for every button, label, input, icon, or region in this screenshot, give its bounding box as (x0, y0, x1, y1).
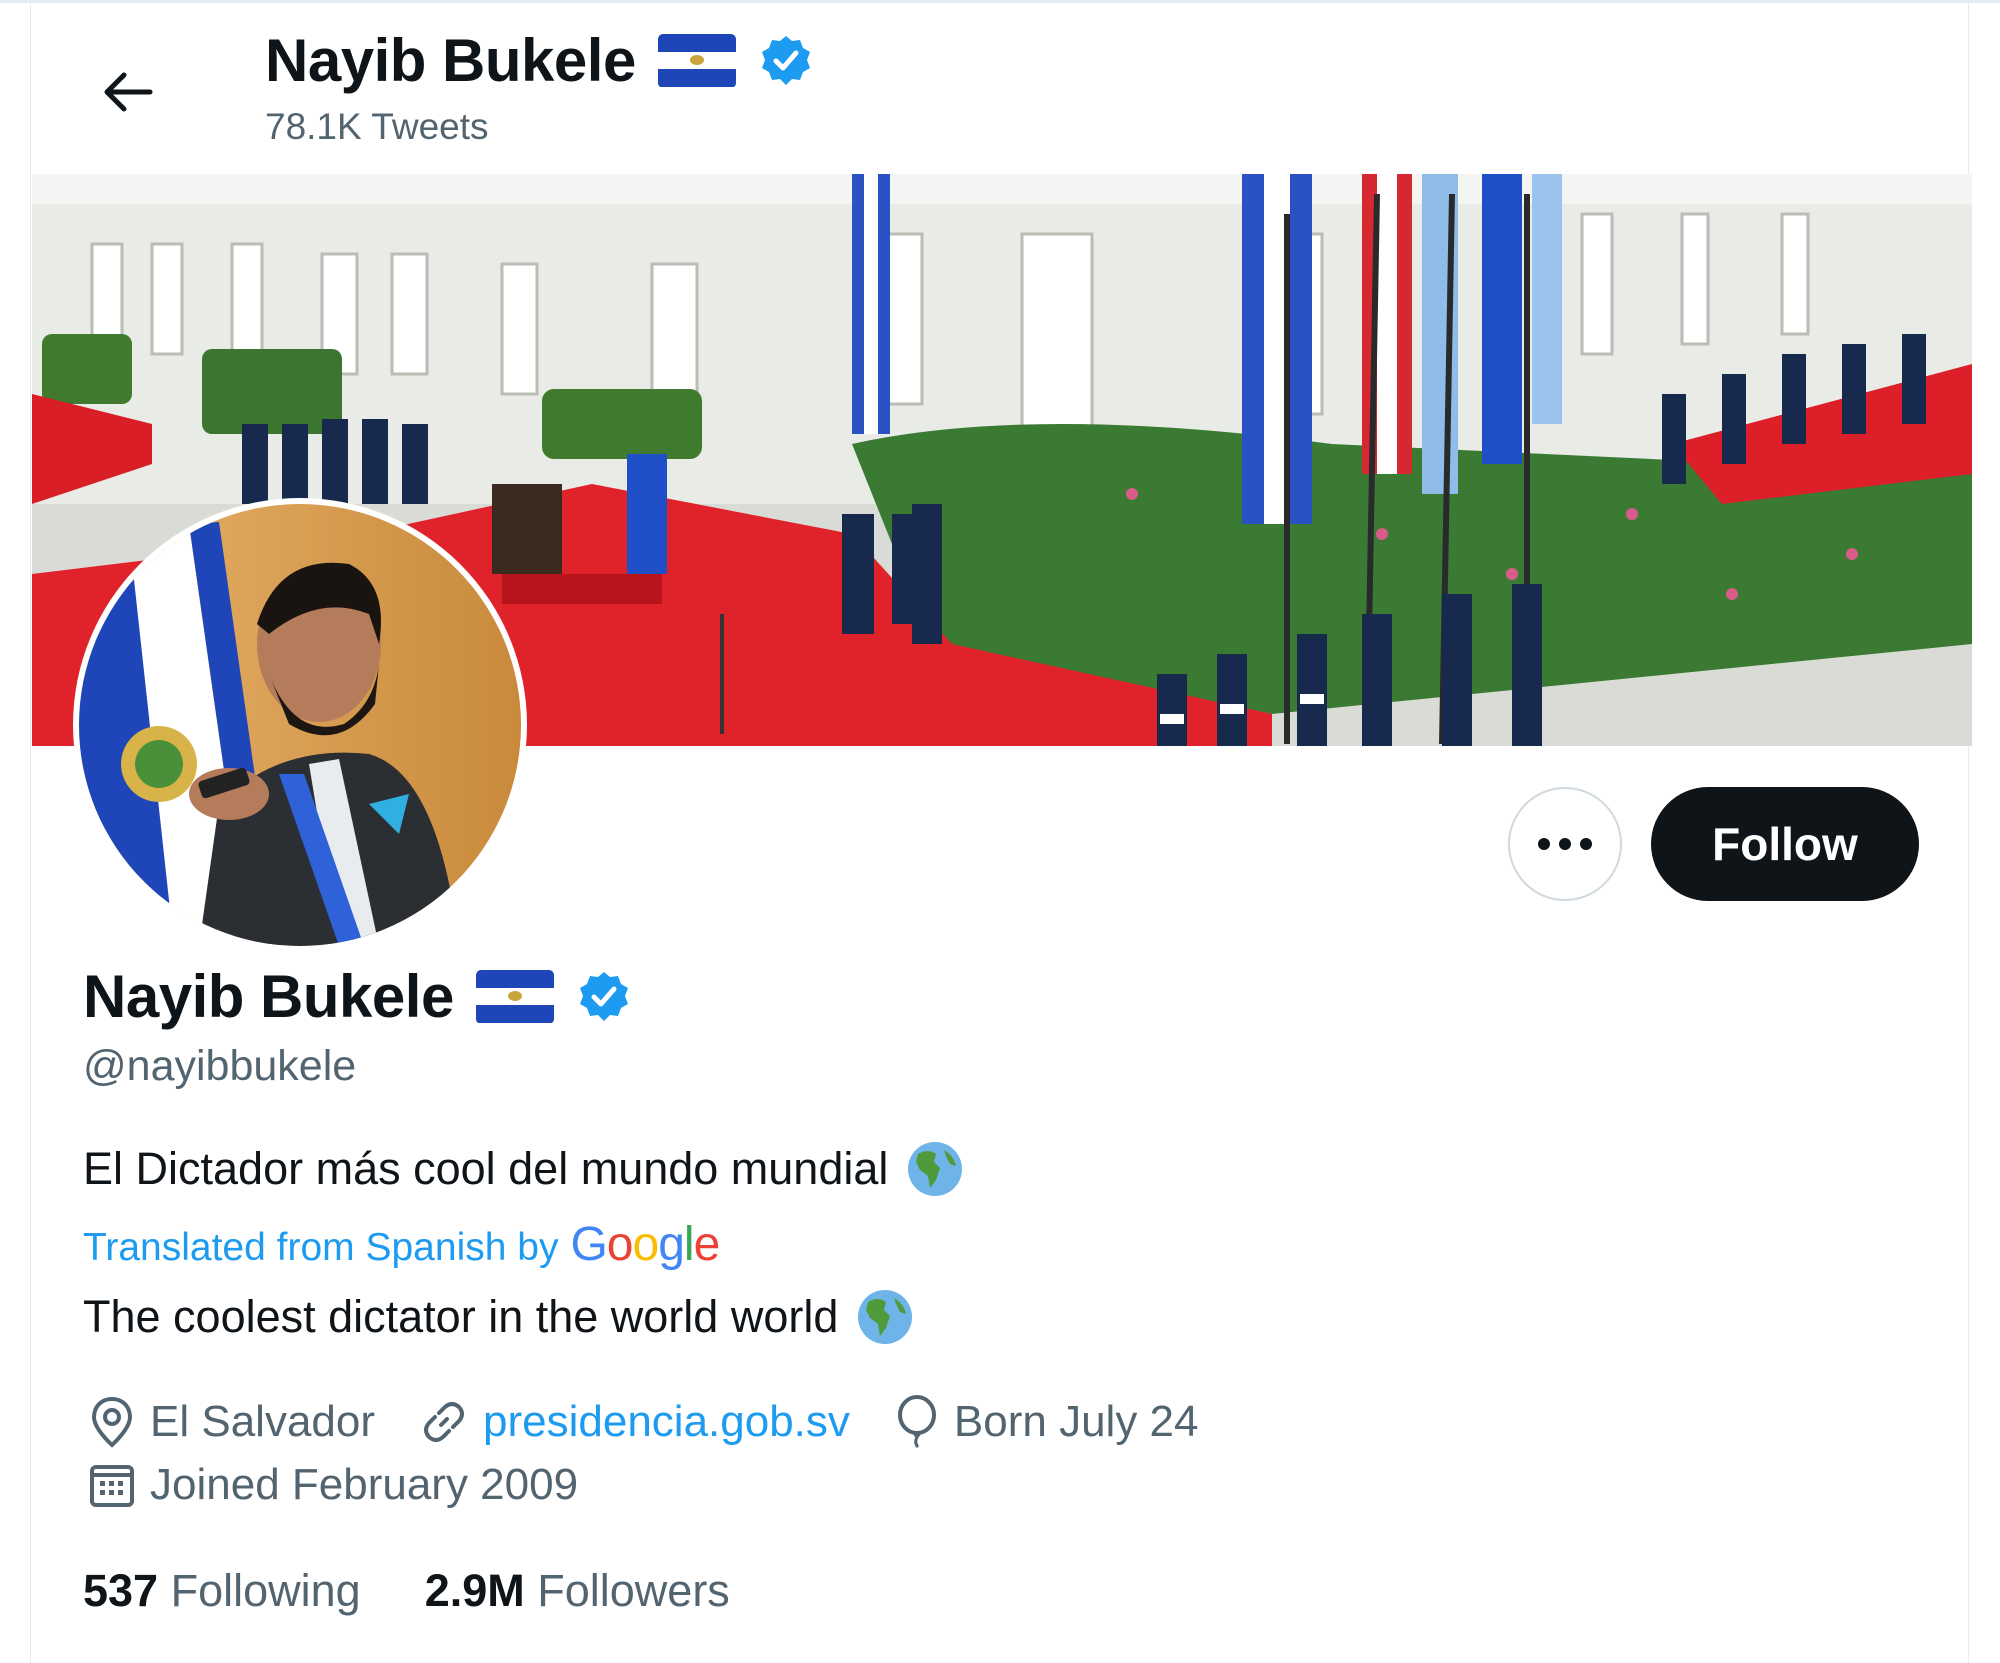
profile-meta-joined: Joined February 2009 (88, 1460, 622, 1510)
top-divider (0, 0, 2000, 3)
back-button[interactable] (96, 60, 160, 124)
verified-badge-icon[interactable] (576, 969, 632, 1025)
profile-meta: El Salvador presidencia.gob.sv Born July… (88, 1395, 1242, 1449)
following-stat[interactable]: 537 Following (83, 1565, 361, 1617)
balloon-icon (897, 1395, 936, 1449)
website-link[interactable]: presidencia.gob.sv (483, 1397, 850, 1447)
arrow-left-icon (104, 72, 153, 112)
el-salvador-flag-icon (657, 33, 736, 88)
joined-item: Joined February 2009 (88, 1460, 578, 1510)
calendar-icon (90, 1465, 134, 1507)
profile-page: Nayib Bukele 78.1K Tweets Follow Nayib B… (0, 0, 2000, 1663)
profile-bio: El Dictador más cool del mundo mundial (83, 1140, 964, 1198)
profile-avatar[interactable] (73, 498, 527, 952)
followers-label: Followers (537, 1565, 730, 1616)
location-item: El Salvador (88, 1395, 375, 1449)
joined-text: Joined February 2009 (150, 1460, 579, 1509)
profile-bio-translated: The coolest dictator in the world world (83, 1288, 914, 1346)
globe-americas-icon (858, 1290, 913, 1344)
birthday-item: Born July 24 (894, 1395, 1199, 1449)
location-pin-icon (91, 1396, 133, 1448)
el-salvador-flag-icon (475, 969, 554, 1024)
translated-label: Translated from Spanish by (83, 1226, 559, 1269)
following-count: 537 (83, 1565, 159, 1616)
google-logo: Google (570, 1218, 720, 1271)
header-title: Nayib Bukele (265, 26, 814, 95)
translation-notice[interactable]: Translated from Spanish by Google (83, 1217, 720, 1272)
birthday-text: Born July 24 (953, 1397, 1199, 1446)
more-horizontal-icon (1538, 838, 1592, 850)
column-border-left (30, 0, 31, 1663)
profile-handle: @nayibbukele (83, 1042, 357, 1090)
following-label: Following (170, 1565, 361, 1616)
profile-display-name: Nayib Bukele (83, 962, 632, 1031)
website-item[interactable]: presidencia.gob.sv (419, 1397, 850, 1447)
followers-count: 2.9M (424, 1565, 525, 1616)
bio-translated-text: The coolest dictator in the world world (83, 1291, 839, 1342)
more-options-button[interactable] (1508, 787, 1622, 901)
header-name: Nayib Bukele (265, 27, 636, 94)
bio-text: El Dictador más cool del mundo mundial (83, 1143, 889, 1194)
verified-badge-icon (761, 35, 810, 85)
avatar-photo (79, 504, 521, 946)
location-text: El Salvador (150, 1397, 376, 1446)
globe-americas-icon (908, 1142, 963, 1196)
tweet-count: 78.1K Tweets (265, 106, 489, 147)
link-icon (424, 1402, 465, 1442)
follow-stats: 537 Following 2.9M Followers (83, 1565, 794, 1617)
followers-stat[interactable]: 2.9M Followers (425, 1565, 730, 1617)
profile-name: Nayib Bukele (83, 963, 454, 1030)
follow-button[interactable]: Follow (1651, 787, 1919, 901)
